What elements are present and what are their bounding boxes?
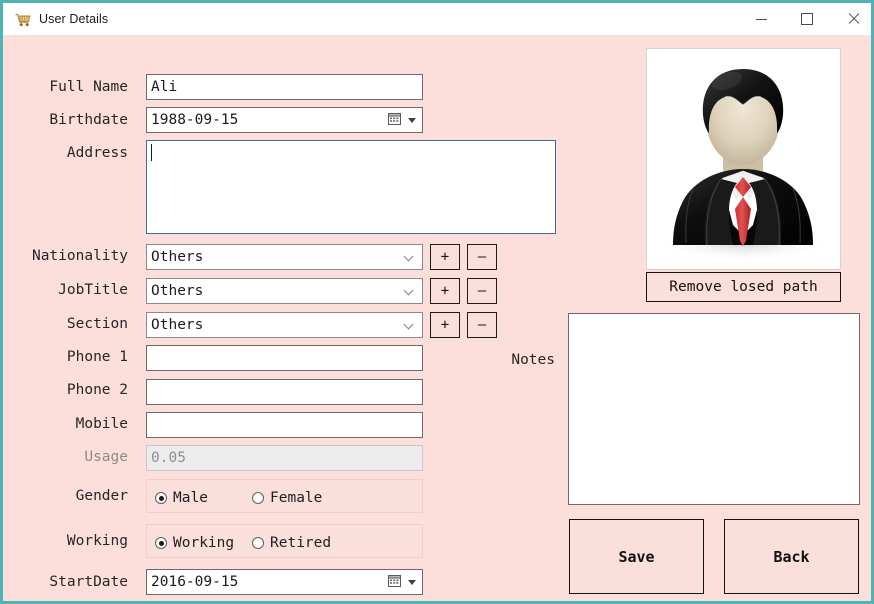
nationality-remove-button[interactable]: – [467,244,497,270]
usage-input: 0.05 [146,445,423,471]
address-textarea[interactable] [146,140,556,234]
gender-label: Gender [75,488,128,504]
back-button[interactable]: Back [724,519,859,594]
address-label: Address [66,145,128,161]
section-value: Others [151,317,204,333]
chevron-down-icon [405,253,414,258]
nationality-add-button[interactable]: + [430,244,460,270]
jobtitle-label: JobTitle [58,282,128,298]
phone2-label: Phone 2 [66,382,128,398]
working-option-working-label: Working [173,535,235,551]
jobtitle-add-button[interactable]: + [430,278,460,304]
maximize-icon [801,13,813,25]
notes-label: Notes [511,352,555,368]
startdate-value: 2016-09-15 [151,574,239,590]
phone1-input[interactable] [146,345,423,371]
jobtitle-value: Others [151,283,204,299]
text-caret [151,144,152,161]
startdate-label: StartDate [49,574,128,590]
phone1-label: Phone 1 [66,349,128,365]
nationality-select[interactable]: Others [146,244,423,270]
section-label: Section [66,316,128,332]
shopping-cart-icon [14,11,32,29]
close-icon [847,13,859,25]
working-radio-group: Working Retired [146,524,423,558]
full-name-label: Full Name [49,79,128,95]
remove-losed-path-button[interactable]: Remove losed path [646,272,841,302]
working-label: Working [66,533,128,549]
calendar-icon [388,112,403,127]
notes-textarea[interactable] [568,313,860,505]
working-option-retired-label: Retired [270,535,332,551]
gender-option-male-label: Male [173,490,208,506]
radio-dot-icon [252,492,264,504]
jobtitle-remove-button[interactable]: – [467,278,497,304]
save-button[interactable]: Save [569,519,704,594]
section-add-button[interactable]: + [430,312,460,338]
gender-option-male[interactable]: Male [155,490,208,506]
birthdate-value: 1988-09-15 [151,112,239,128]
startdate-input[interactable]: 2016-09-15 [146,569,423,595]
section-remove-button[interactable]: – [467,312,497,338]
radio-dot-icon [155,537,167,549]
window-title: User Details [39,12,109,26]
working-option-working[interactable]: Working [155,535,234,551]
phone2-input[interactable] [146,379,423,405]
chevron-down-icon [405,321,414,326]
chevron-down-icon [405,287,414,292]
birthdate-input[interactable]: 1988-09-15 [146,107,423,133]
working-option-retired[interactable]: Retired [252,535,331,551]
minimize-icon [755,19,767,20]
nationality-label: Nationality [31,248,128,264]
close-button[interactable] [830,3,871,35]
gender-option-female-label: Female [270,490,323,506]
jobtitle-select[interactable]: Others [146,278,423,304]
user-details-window: User Details Full Name Ali Birthdate 198… [0,0,874,604]
section-select[interactable]: Others [146,312,423,338]
birthdate-label: Birthdate [49,112,128,128]
gender-radio-group: Male Female [146,479,423,513]
radio-dot-icon [155,492,167,504]
calendar-icon [388,574,403,589]
nationality-value: Others [151,249,204,265]
maximize-button[interactable] [784,3,830,35]
user-avatar[interactable] [646,48,841,270]
usage-label: Usage [84,449,128,465]
gender-option-female[interactable]: Female [252,490,322,506]
form-body: Full Name Ali Birthdate 1988-09-15 Addre… [3,36,871,601]
radio-dot-icon [252,537,264,549]
mobile-input[interactable] [146,412,423,438]
birthdate-dropdown-arrow-icon[interactable] [408,118,416,123]
mobile-label: Mobile [75,416,128,432]
minimize-button[interactable] [738,3,784,35]
full-name-input[interactable]: Ali [146,74,423,100]
startdate-dropdown-arrow-icon[interactable] [408,580,416,585]
title-bar: User Details [3,3,871,36]
